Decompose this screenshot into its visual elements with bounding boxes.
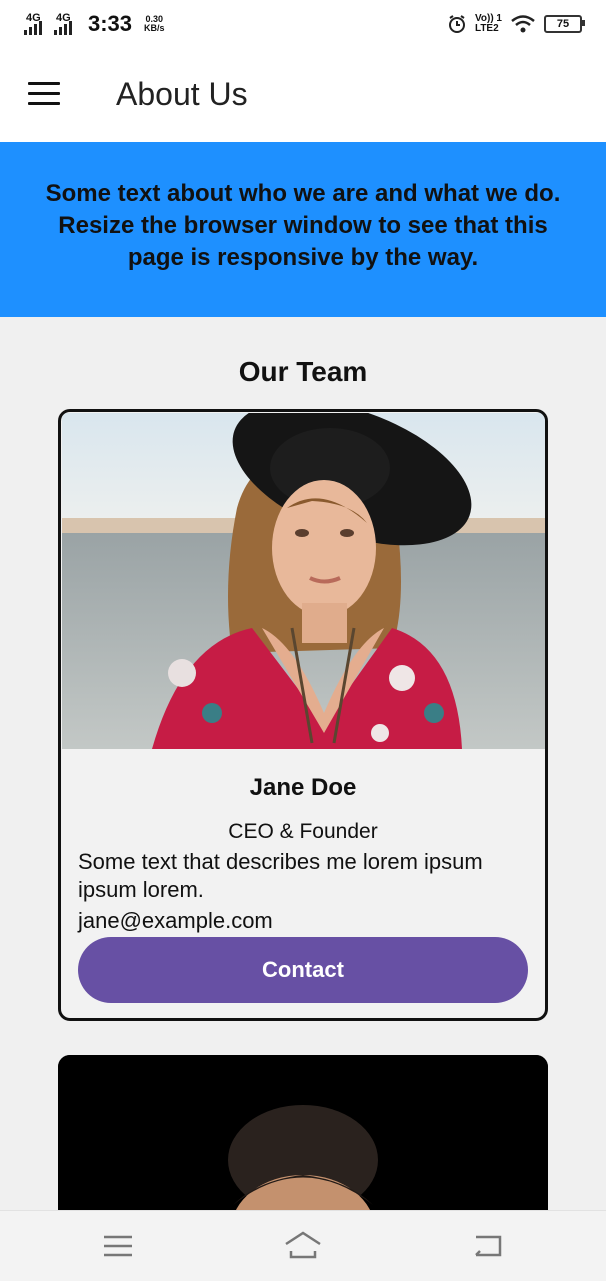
member-photo <box>62 413 545 749</box>
network-speed: 0.30 KB/s <box>144 15 165 33</box>
hero-banner: Some text about who we are and what we d… <box>0 142 606 317</box>
clock: 3:33 <box>88 11 133 36</box>
menu-icon[interactable] <box>28 82 60 106</box>
network-speed-unit: KB/s <box>144 23 165 33</box>
wifi-icon <box>511 15 535 33</box>
alarm-icon <box>448 15 465 33</box>
volte-indicator: Vo)) 1 LTE2 <box>475 14 502 34</box>
status-right: Vo)) 1 LTE2 75 <box>447 14 585 34</box>
section-title: Our Team <box>238 356 368 387</box>
member-name: Jane Doe <box>249 774 357 801</box>
page-title: About Us <box>116 76 248 112</box>
system-nav-bar <box>0 1210 606 1281</box>
signal-icon: 4G <box>24 12 48 35</box>
member-role: CEO & Founder <box>228 820 378 843</box>
member-email: jane@example.com <box>78 908 273 933</box>
contact-button[interactable]: Contact <box>78 937 528 1003</box>
home-icon[interactable] <box>283 1229 323 1263</box>
status-left: 4G 4G 3:33 0.30 KB/s <box>24 11 165 37</box>
battery-icon: 75 <box>544 15 585 33</box>
signal-icon: 4G <box>54 12 78 35</box>
menu-icon[interactable] <box>98 1229 138 1263</box>
team-card: Jane Doe CEO & Founder Some text that de… <box>58 409 548 1021</box>
status-bar: 4G 4G 3:33 0.30 KB/s Vo)) 1 LTE2 75 <box>0 0 606 48</box>
battery-level: 75 <box>556 18 570 30</box>
back-icon[interactable] <box>468 1229 508 1263</box>
app-bar: About Us <box>0 48 606 142</box>
hero-text: Some text about who we are and what we d… <box>45 180 561 271</box>
member-description: Some text that describes me lorem ipsum … <box>78 849 483 902</box>
volte-line2: LTE2 <box>474 23 499 34</box>
